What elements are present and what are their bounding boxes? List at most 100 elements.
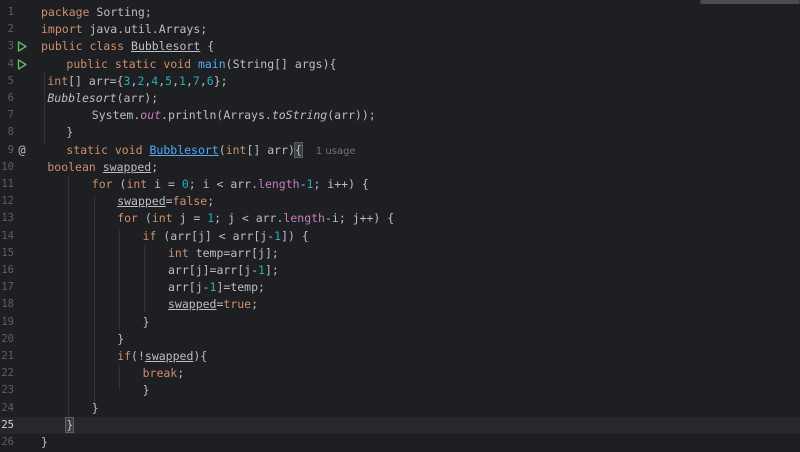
code-token: }	[117, 331, 125, 346]
code-text: Bubblesort(arr);	[47, 90, 158, 107]
code-token: Sorting;	[89, 5, 152, 19]
code-token: int	[168, 245, 189, 260]
code-line[interactable]: 10 boolean swapped;	[0, 159, 800, 176]
code-line[interactable]: 1 package Sorting;	[0, 4, 800, 21]
code-token: }	[41, 435, 48, 449]
code-token: int	[225, 142, 247, 157]
line-number: 23	[1, 384, 14, 397]
code-token: 7	[192, 73, 200, 88]
code-line[interactable]: 17 arr[j-1]=temp;	[0, 279, 800, 296]
code-line[interactable]: 26}	[0, 434, 800, 451]
code-token: ){	[193, 349, 208, 363]
line-number: 19	[1, 315, 14, 328]
code-text: for (int i = 0; i < arr.length-1; i++) {	[92, 176, 369, 193]
code-line[interactable]: 14 if (arr[j] < arr[j-1]) {	[0, 228, 800, 245]
code-text: }	[143, 314, 150, 331]
code-line[interactable]: 19}	[0, 314, 800, 331]
code-token: java.util.Arrays;	[82, 22, 208, 37]
code-token: {	[293, 141, 303, 158]
code-line[interactable]: 24}	[0, 400, 800, 417]
line-number: 6	[7, 92, 14, 104]
code-line[interactable]: 12 swapped=false;	[0, 193, 800, 210]
line-number: 15	[1, 246, 14, 259]
code-line[interactable]: 7 System.out.println(Arrays.toString(arr)…	[0, 107, 800, 124]
code-token: swapped	[144, 349, 194, 363]
run-icon[interactable]	[16, 38, 28, 55]
code-text: }	[41, 434, 48, 451]
code-line[interactable]: 9 @ static void Bubblesort(int[] arr){1 us…	[0, 141, 800, 159]
code-token: true	[223, 297, 252, 312]
code-token: -	[299, 177, 307, 191]
code-line[interactable]: 5 int[] arr={3,2,4,5,1,7,6};	[0, 73, 800, 90]
code-token: 0	[181, 177, 189, 191]
code-text: arr[j]=arr[j-1];	[168, 262, 279, 279]
code-token: ,	[199, 73, 207, 88]
code-token: public class	[41, 39, 125, 54]
code-token: 1	[258, 263, 265, 277]
code-token: static void	[66, 142, 143, 157]
code-line[interactable]: 6 Bubblesort(arr);	[0, 90, 800, 107]
line-number: 4	[7, 57, 14, 70]
code-token: j =	[172, 211, 208, 226]
code-line[interactable]: 11 for (int i = 0; i < arr.length-1; i++)…	[0, 176, 800, 193]
code-text: break;	[143, 365, 185, 382]
code-token: -i; j++) {	[324, 211, 395, 226]
code-token: }	[65, 416, 75, 433]
code-token: ; i++) {	[313, 177, 369, 191]
code-token: temp=arr[j];	[188, 245, 279, 260]
usage-hint[interactable]: 1 usage	[316, 146, 356, 157]
code-line[interactable]: 20}	[0, 331, 800, 348]
code-token: import	[41, 22, 83, 37]
code-token: ;	[177, 366, 185, 381]
code-text: if (arr[j] < arr[j-1]) {	[143, 228, 309, 245]
code-line[interactable]: 21 if(!swapped){	[0, 348, 800, 365]
code-line[interactable]: 13 for (int j = 1; j < arr.length-i; j++)…	[0, 210, 800, 227]
code-text: import java.util.Arrays;	[41, 21, 207, 38]
line-number: 24	[1, 401, 14, 414]
code-line[interactable]: 15 int temp=arr[j];	[0, 245, 800, 262]
at-sign-icon[interactable]: @	[16, 142, 28, 159]
code-text: swapped=true;	[168, 296, 258, 313]
code-line[interactable]: 8}	[0, 124, 800, 141]
code-token: out	[140, 108, 162, 123]
code-token: ;	[251, 297, 259, 312]
line-number: 14	[1, 229, 14, 242]
code-token: swapped	[117, 194, 166, 209]
code-line[interactable]: 3 public class Bubblesort {	[0, 38, 800, 55]
line-number: 7	[7, 109, 14, 122]
code-line[interactable]: 16 arr[j]=arr[j-1];	[0, 262, 800, 279]
line-number: 12	[1, 195, 14, 208]
code-token: if	[117, 349, 132, 363]
code-line[interactable]: 2 import java.util.Arrays;	[0, 21, 800, 38]
line-number: 13	[1, 212, 14, 225]
code-line[interactable]: 4 public static void main(String[] args){	[0, 56, 800, 73]
code-token: (String[] args){	[225, 56, 337, 71]
line-number: 20	[1, 332, 14, 345]
code-token: if	[142, 228, 157, 243]
code-text: System.out.println(Arrays.toString(arr))…	[92, 107, 376, 124]
code-token: main	[197, 56, 226, 71]
code-token: (arr));	[327, 108, 376, 123]
code-text: package Sorting;	[41, 4, 152, 21]
code-line[interactable]: 18 swapped=true;	[0, 296, 800, 313]
line-number: 17	[1, 281, 14, 294]
code-token: length	[258, 177, 300, 191]
run-icon[interactable]	[16, 56, 28, 73]
code-text: }	[92, 400, 99, 417]
code-token: };	[213, 73, 228, 88]
code-editor[interactable]: 1 package Sorting; 2 import java.util.Array…	[0, 0, 800, 452]
code-token: ]) {	[281, 228, 309, 243]
code-token: arr[j-	[168, 280, 210, 295]
line-number: 21	[1, 350, 14, 362]
code-text: arr[j-1]=temp;	[168, 279, 265, 296]
code-line[interactable]: 25}	[0, 416, 800, 434]
code-token: =	[165, 194, 173, 209]
line-number: 18	[1, 298, 14, 311]
code-token: ]=temp;	[216, 280, 265, 295]
code-line[interactable]: 22 break;	[0, 365, 800, 382]
code-token: int	[151, 211, 173, 226]
code-line[interactable]: 23}	[0, 382, 800, 399]
line-number: 9	[7, 143, 14, 156]
